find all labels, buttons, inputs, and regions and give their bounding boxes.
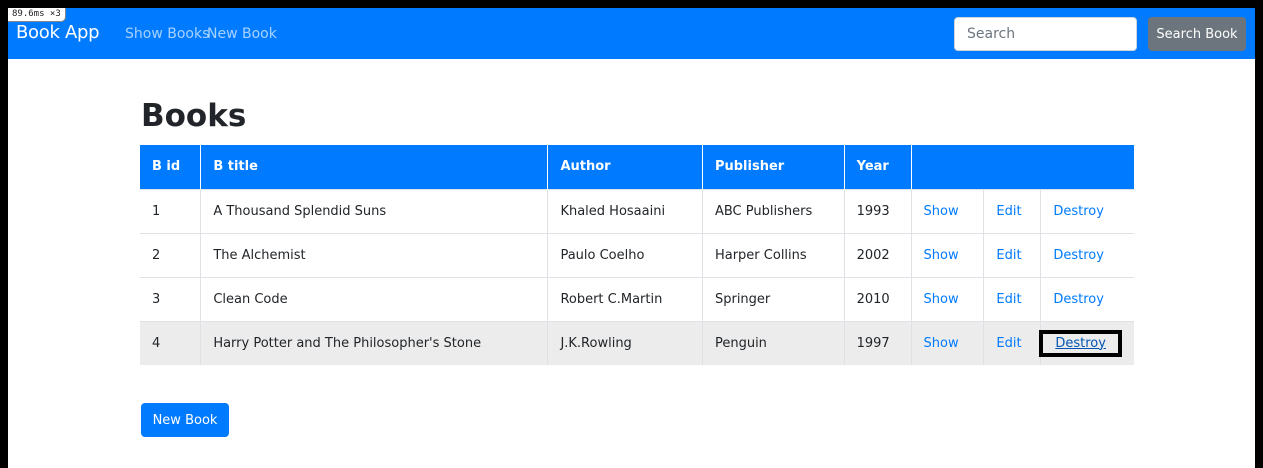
column-header-id: B id — [140, 145, 202, 189]
column-header-actions — [911, 145, 1134, 189]
cell-publisher: ABC Publishers — [702, 188, 845, 233]
page-title: Books — [141, 98, 247, 134]
edit-link[interactable]: Edit — [996, 292, 1021, 307]
cell-id: 1 — [140, 188, 202, 233]
cell-id: 2 — [140, 232, 202, 277]
show-link[interactable]: Show — [924, 204, 959, 219]
cell-author: Robert C.Martin — [547, 276, 703, 321]
cell-title: A Thousand Splendid Suns — [200, 188, 549, 233]
cell-publisher: Penguin — [702, 320, 845, 365]
cell-year: 1993 — [844, 188, 912, 233]
show-link[interactable]: Show — [924, 248, 959, 263]
cell-id: 4 — [140, 320, 202, 365]
cell-year: 2010 — [844, 276, 912, 321]
cell-title: Harry Potter and The Philosopher's Stone — [200, 320, 549, 365]
edit-link[interactable]: Edit — [996, 204, 1021, 219]
column-header-publisher: Publisher — [702, 145, 845, 189]
table-row: 4 Harry Potter and The Philosopher's Sto… — [140, 320, 1134, 365]
edit-link[interactable]: Edit — [996, 248, 1021, 263]
cell-title: Clean Code — [200, 276, 549, 321]
edit-link[interactable]: Edit — [996, 336, 1021, 351]
cell-author: J.K.Rowling — [547, 320, 703, 365]
table-row: 1 A Thousand Splendid Suns Khaled Hosaai… — [140, 188, 1134, 233]
column-header-author: Author — [547, 145, 703, 189]
show-link[interactable]: Show — [924, 292, 959, 307]
column-header-title: B title — [200, 145, 549, 189]
nav-link-new-book[interactable]: New Book — [207, 26, 277, 42]
search-input[interactable] — [954, 17, 1137, 51]
show-link[interactable]: Show — [924, 336, 959, 351]
page: 89.6ms ×3 Book App Show Books New Book S… — [8, 8, 1255, 468]
navbar: 89.6ms ×3 Book App Show Books New Book S… — [8, 8, 1255, 59]
search-book-button[interactable]: Search Book — [1148, 17, 1246, 51]
cell-publisher: Harper Collins — [702, 232, 845, 277]
destroy-link[interactable]: Destroy — [1053, 292, 1104, 307]
column-header-year: Year — [844, 145, 912, 189]
new-book-button[interactable]: New Book — [141, 403, 229, 437]
cell-year: 1997 — [844, 320, 912, 365]
cell-year: 2002 — [844, 232, 912, 277]
nav-link-show-books[interactable]: Show Books — [125, 26, 209, 42]
destroy-link[interactable]: Destroy — [1053, 204, 1104, 219]
brand-link[interactable]: Book App — [16, 22, 100, 43]
table-row: 3 Clean Code Robert C.Martin Springer 20… — [140, 276, 1134, 321]
cell-author: Paulo Coelho — [547, 232, 703, 277]
cell-publisher: Springer — [702, 276, 845, 321]
table-header-row: B id B title Author Publisher Year — [140, 145, 1134, 189]
cell-title: The Alchemist — [200, 232, 549, 277]
destroy-link[interactable]: Destroy — [1039, 329, 1122, 357]
books-table: B id B title Author Publisher Year 1 A T… — [140, 145, 1134, 365]
table-row: 2 The Alchemist Paulo Coelho Harper Coll… — [140, 232, 1134, 277]
debug-badge: 89.6ms ×3 — [8, 8, 66, 22]
cell-id: 3 — [140, 276, 202, 321]
destroy-link[interactable]: Destroy — [1053, 248, 1104, 263]
cell-author: Khaled Hosaaini — [547, 188, 703, 233]
